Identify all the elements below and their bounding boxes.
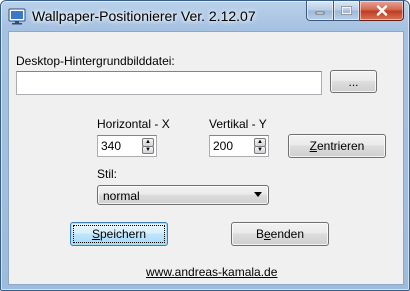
style-label: Stil: [97,167,118,181]
app-icon [8,8,26,25]
website-link[interactable]: www.andreas-kamala.de [146,265,277,279]
center-button-accel: Z [309,139,317,153]
vertical-label: Vertikal - Y [209,117,267,131]
save-button[interactable]: Speichern [70,222,168,246]
horizontal-x-spinbox[interactable]: 340 ▲ ▼ [97,135,157,157]
quit-button-prefix: B [255,227,264,241]
window-title: Wallpaper-Positionierer Ver. 2.12.07 [32,8,256,24]
quit-button[interactable]: Be enden [231,222,329,246]
save-button-label: peichern [99,227,147,241]
save-button-accel: S [91,227,100,241]
wallpaper-file-input[interactable] [16,71,322,95]
maximize-icon [341,6,352,15]
client-area: Desktop-Hintergrundbilddatei: ... Horizo… [8,31,404,285]
close-button[interactable] [360,1,404,21]
minimize-icon [315,11,325,14]
style-select[interactable]: normal [97,185,269,205]
quit-button-accel: e [263,227,271,241]
file-label: Desktop-Hintergrundbilddatei: [16,54,175,68]
close-icon [376,5,387,16]
horizontal-x-value: 340 [101,139,122,153]
maximize-button[interactable] [334,1,360,21]
title-bar[interactable]: Wallpaper-Positionierer Ver. 2.12.07 [1,1,409,31]
horizontal-label: Horizontal - X [97,117,170,131]
style-selected-value: normal [103,189,140,203]
minimize-button[interactable] [306,1,334,21]
app-window: Wallpaper-Positionierer Ver. 2.12.07 Des… [0,0,410,291]
browse-button[interactable]: ... [330,70,377,93]
vertical-y-spinbox[interactable]: 200 ▲ ▼ [209,135,269,157]
vertical-y-value: 200 [213,139,234,153]
vertical-down-arrow-icon[interactable]: ▼ [254,145,266,154]
quit-button-label: enden [270,227,305,241]
chevron-down-icon [254,192,262,197]
center-button[interactable]: Zentrieren [288,134,386,158]
center-button-label: entrieren [316,139,365,153]
horizontal-down-arrow-icon[interactable]: ▼ [142,145,154,154]
